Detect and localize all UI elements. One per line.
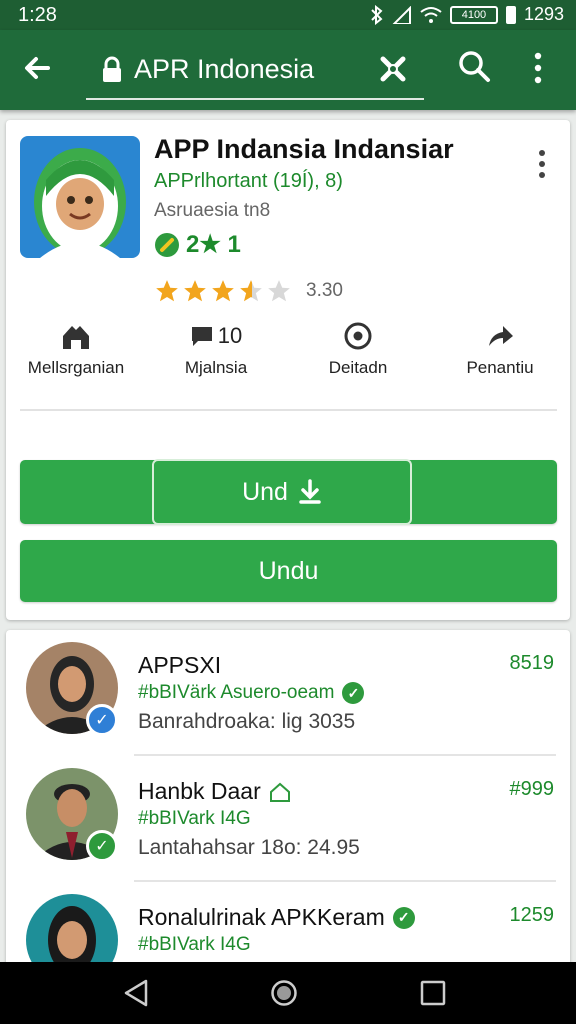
action-label: Penantiu [466, 358, 534, 377]
download-label: Undu [258, 556, 319, 585]
app-icon[interactable] [20, 136, 140, 258]
star-icon [156, 280, 178, 302]
item-price: #999 [509, 778, 555, 800]
item-name: Ronalulrinak APKKeram ✓ [138, 904, 415, 931]
avatar [26, 894, 118, 970]
nav-back-icon[interactable] [122, 978, 150, 1008]
signal-icon [392, 5, 411, 24]
back-arrow-icon[interactable] [18, 48, 58, 88]
action-label: Mjalnsia [184, 358, 248, 377]
app-icon-art [20, 136, 140, 258]
house-icon [63, 326, 89, 349]
item-price: 8519 [509, 652, 555, 674]
app-developer[interactable]: APPrlhortant (19Í), 8) [154, 170, 343, 193]
item-name: Hanbk Daar [138, 778, 291, 805]
star-half-icon [240, 280, 262, 302]
item-desc: Lantahahsar 18o: 24.95 [138, 836, 360, 859]
battery-percent: 1293 [523, 4, 564, 24]
app-category: Asruaesia tn8 [154, 200, 271, 221]
action-home[interactable]: Mellsrganian [6, 318, 146, 378]
more-vert-icon[interactable] [526, 50, 550, 86]
app-bar: APR Indonesia [0, 30, 576, 110]
action-share[interactable]: Penantiu [430, 318, 570, 378]
action-label: Mellsrganian [27, 358, 125, 377]
item-sub: #bBIVärk Asuero-oeam ✓ [138, 682, 365, 704]
list-item[interactable]: ✓ Hanbk Daar #bBIVark I4G Lantahahsar 18… [6, 756, 570, 882]
install-button[interactable]: Und [20, 459, 557, 525]
check-icon: ✓ [342, 682, 365, 704]
action-label: Deitadn [328, 358, 388, 377]
verified-badge-icon: ✓ [86, 704, 118, 736]
item-desc: Banrahdroaka: lig 3035 [138, 710, 356, 733]
download-icon [299, 479, 321, 504]
list-item[interactable]: ✓ APPSXI #bBIVärk Asuero-oeam ✓ Banrahdro… [6, 630, 570, 756]
action-info[interactable]: Deitadn [288, 318, 428, 378]
item-sub: #bBIVark I4G [138, 808, 251, 829]
list-item[interactable]: Ronalulrinak APKKeram ✓ #bBIVark I4G 1259 [6, 882, 570, 970]
rating-row: 3.30 [154, 278, 343, 304]
nav-recents-icon[interactable] [420, 980, 446, 1006]
app-detail-card: APP Indansia Indansiar APPrlhortant (19Í… [6, 120, 570, 620]
install-label: Und [242, 477, 288, 506]
editors-choice-icon [155, 232, 179, 257]
action-chat[interactable]: 10 Mjalnsia [146, 318, 286, 378]
home-outline-icon [269, 782, 290, 802]
wifi-icon [420, 6, 442, 23]
install-button-inner[interactable]: Und [152, 459, 412, 525]
app-title: APP Indansia Indansiar [154, 134, 454, 164]
app-badge: 2★ 1 [154, 230, 241, 259]
star-icon [184, 280, 206, 302]
verified-badge-icon: ✓ [86, 830, 118, 862]
star-icon [212, 280, 234, 302]
status-time: 1:28 [18, 4, 57, 26]
bluetooth-icon [371, 4, 383, 25]
item-sub: #bBIVark I4G [138, 934, 251, 955]
item-price: 1259 [509, 904, 555, 926]
url-text[interactable]: APR Indonesia [134, 54, 314, 85]
star-empty-icon [268, 280, 290, 302]
share-icon [489, 326, 513, 346]
chat-icon [191, 327, 212, 346]
developer-list: ✓ APPSXI #bBIVärk Asuero-oeam ✓ Banrahdro… [6, 630, 570, 970]
lock-icon [103, 56, 121, 82]
close-icon[interactable] [374, 50, 412, 88]
action-row: Mellsrganian 10 Mjalnsia Deitadn Penanti… [6, 318, 570, 388]
battery-icon [505, 5, 516, 24]
badge-text: 2★ 1 [186, 231, 241, 258]
system-nav-bar [0, 962, 576, 1024]
item-name: APPSXI [138, 652, 222, 678]
info-circle-icon [344, 322, 372, 350]
status-icons: 4100 1293 [370, 4, 564, 25]
status-bar: 1:28 4100 1293 [0, 0, 576, 30]
check-icon: ✓ [392, 906, 415, 929]
search-icon[interactable] [456, 48, 492, 84]
card-more-vert-icon[interactable] [532, 148, 552, 180]
nav-home-icon[interactable] [270, 979, 298, 1007]
download-button[interactable]: Undu [20, 540, 557, 602]
rating-value: 3.30 [306, 280, 343, 301]
battery-box: 4100 [449, 5, 498, 24]
chat-count: 10 [217, 323, 243, 348]
divider [20, 409, 557, 411]
